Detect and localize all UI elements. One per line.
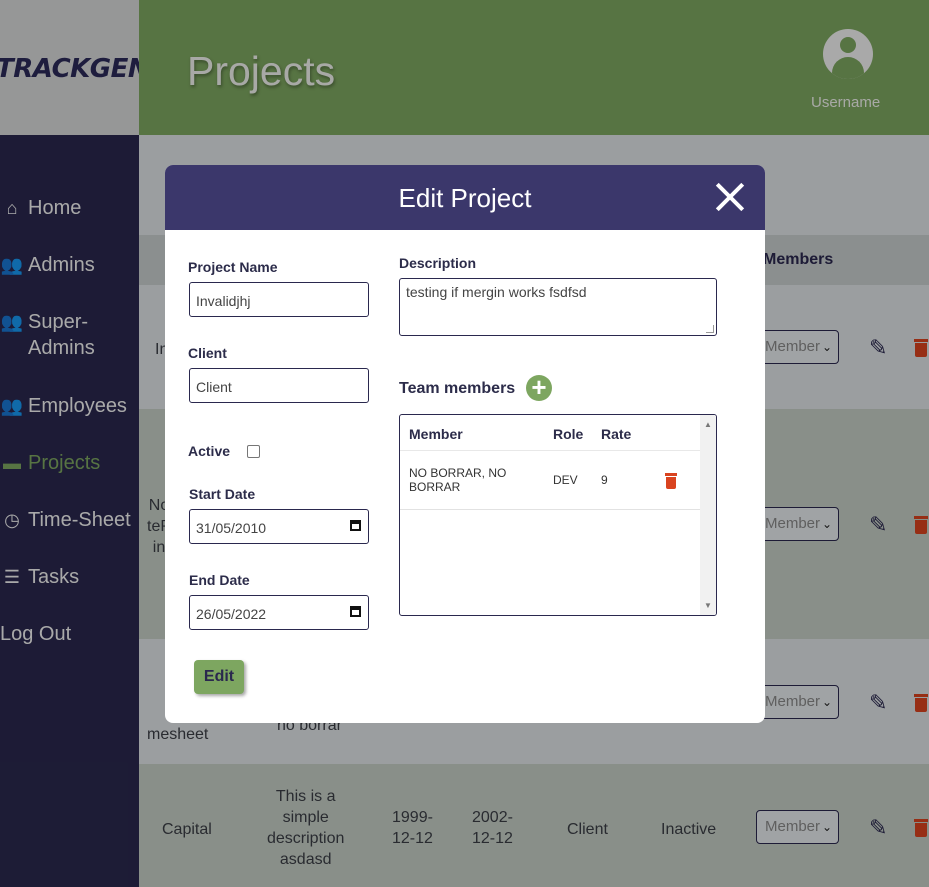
client-label: Client — [188, 345, 227, 361]
end-date-value: 26/05/2022 — [196, 606, 267, 622]
table-row: NO BORRAR, NO BORRAR DEV 9 — [400, 451, 700, 510]
team-members-title: Team members — [399, 380, 516, 397]
modal-title: Edit Project — [398, 183, 532, 213]
project-name-label: Project Name — [188, 259, 278, 275]
end-date-input[interactable]: 26/05/2022 — [189, 595, 369, 630]
trash-icon[interactable] — [665, 473, 677, 489]
member-role: DEV — [553, 473, 578, 487]
member-name: NO BORRAR, NO BORRAR — [409, 466, 507, 494]
active-label: Active — [188, 443, 231, 459]
project-name-input[interactable]: Invalidjhj — [189, 282, 369, 317]
client-input[interactable]: Client — [189, 368, 369, 403]
start-date-value: 31/05/2010 — [196, 520, 267, 536]
column-header-member: Member — [409, 426, 463, 442]
description-textarea[interactable]: testing if mergin works fsdfsd — [399, 278, 717, 336]
start-date-input[interactable]: 31/05/2010 — [189, 509, 369, 544]
app-root: TRACKGENIX Projects Username ⌂ Home 👥 Ad… — [0, 0, 929, 887]
resize-handle[interactable] — [706, 325, 714, 333]
scroll-up-icon[interactable]: ▲ — [704, 420, 712, 429]
edit-project-modal: Edit Project Project Name Invalidjhj Cli… — [165, 165, 765, 723]
active-checkbox[interactable] — [247, 445, 260, 458]
column-header-role: Role — [553, 426, 584, 442]
column-header-rate: Rate — [601, 426, 632, 442]
description-label: Description — [399, 255, 477, 271]
scrollbar[interactable]: ▲ ▼ — [700, 415, 716, 615]
description-value: testing if mergin works fsdfsd — [406, 284, 587, 300]
modal-header: Edit Project — [165, 165, 765, 230]
scroll-down-icon[interactable]: ▼ — [704, 601, 712, 610]
member-rate: 9 — [601, 473, 608, 487]
team-members-table: Member Role Rate NO BORRAR, NO BORRAR DE… — [399, 414, 717, 616]
end-date-label: End Date — [189, 572, 250, 588]
calendar-icon[interactable] — [350, 520, 361, 531]
plus-icon[interactable]: + — [526, 374, 552, 401]
calendar-icon[interactable] — [350, 606, 361, 617]
close-icon[interactable] — [715, 182, 745, 212]
edit-button[interactable]: Edit — [194, 660, 244, 694]
start-date-label: Start Date — [189, 486, 256, 502]
team-table-header: Member Role Rate — [400, 415, 700, 451]
